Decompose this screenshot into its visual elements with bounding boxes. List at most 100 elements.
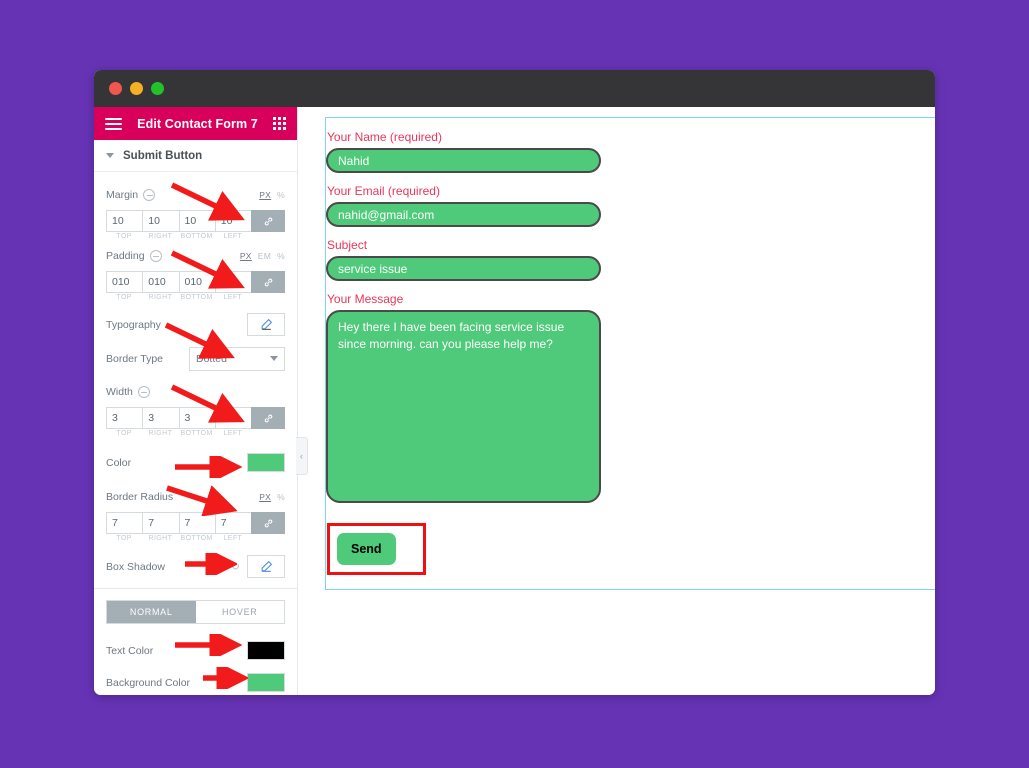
controls-list: Margin PX % 10 10 10 10 TOP RIGHT BOTTOM… xyxy=(94,172,297,695)
reset-icon[interactable]: ↻ xyxy=(231,560,240,573)
border-type-select[interactable]: Dotted xyxy=(189,346,285,371)
your-name-input[interactable] xyxy=(326,148,601,173)
width-label: Width xyxy=(106,385,285,398)
browser-window: Edit Contact Form 7 Submit Button Margin xyxy=(94,70,935,695)
subject-input[interactable] xyxy=(326,256,601,281)
label-right: RIGHT xyxy=(148,430,173,437)
link-icon[interactable] xyxy=(251,271,285,293)
margin-label: Margin xyxy=(106,188,259,201)
control-text-color: Text Color xyxy=(106,636,285,665)
control-padding: Padding PX EM % 010 010 010 010 TOP RIGH… xyxy=(106,243,285,301)
link-icon[interactable] xyxy=(251,512,285,534)
color-label: Color xyxy=(106,456,132,469)
padding-units: PX EM % xyxy=(240,251,285,261)
margin-left-input[interactable] xyxy=(214,210,251,232)
radius-top-input[interactable] xyxy=(106,512,143,534)
width-side-labels: TOP RIGHT BOTTOM LEFT xyxy=(106,430,285,437)
label-bottom: BOTTOM xyxy=(180,430,213,437)
width-top-input[interactable] xyxy=(106,407,143,429)
send-button[interactable]: Send xyxy=(337,533,396,565)
panel-collapse-handle[interactable]: ‹ xyxy=(296,437,308,475)
field-label: Your Name (required) xyxy=(327,130,442,144)
padding-right-input[interactable] xyxy=(142,271,179,293)
margin-bottom-input[interactable] xyxy=(178,210,215,232)
radius-left-input[interactable] xyxy=(214,512,251,534)
width-right-input[interactable] xyxy=(142,407,179,429)
margin-top-input[interactable] xyxy=(106,210,143,232)
link-icon[interactable] xyxy=(251,210,285,232)
label-left: LEFT xyxy=(223,535,243,542)
control-margin: Margin PX % 10 10 10 10 TOP RIGHT BOTTOM… xyxy=(106,182,285,240)
grid-icon[interactable] xyxy=(273,117,286,130)
margin-right-input[interactable] xyxy=(142,210,179,232)
border-type-value: Dotted xyxy=(196,352,227,365)
state-tabs: NORMAL HOVER xyxy=(106,600,285,624)
unit-percent[interactable]: % xyxy=(277,190,285,200)
section-label: Submit Button xyxy=(123,149,203,162)
padding-bottom-input[interactable] xyxy=(178,271,215,293)
label-right: RIGHT xyxy=(148,294,173,301)
tab-hover[interactable]: HOVER xyxy=(195,601,284,623)
label-bottom: BOTTOM xyxy=(180,294,213,301)
control-background-color: Background Color xyxy=(106,668,285,695)
radius-right-input[interactable] xyxy=(142,512,179,534)
padding-label-text: Padding xyxy=(106,249,145,262)
box-shadow-label: Box Shadow xyxy=(106,560,165,573)
control-border-type: Border Type Dotted xyxy=(106,346,285,371)
label-top: TOP xyxy=(116,430,132,437)
window-titlebar xyxy=(94,70,935,107)
panel-header: Edit Contact Form 7 xyxy=(94,107,297,140)
unit-px[interactable]: PX xyxy=(240,251,252,261)
unit-em[interactable]: EM xyxy=(258,251,271,261)
margin-label-text: Margin xyxy=(106,188,139,201)
unit-percent[interactable]: % xyxy=(277,492,285,502)
divider xyxy=(94,588,297,589)
hamburger-icon[interactable] xyxy=(105,117,122,130)
text-color-label: Text Color xyxy=(106,644,154,657)
unit-percent[interactable]: % xyxy=(277,251,285,261)
control-color: Color xyxy=(106,450,285,475)
text-color-swatch[interactable] xyxy=(247,641,285,660)
border-color-swatch[interactable] xyxy=(247,453,285,472)
padding-left-input[interactable] xyxy=(214,271,251,293)
unit-px[interactable]: PX xyxy=(259,190,271,200)
chevron-left-icon: ‹ xyxy=(300,451,303,461)
pencil-icon[interactable] xyxy=(247,313,285,336)
padding-inputs xyxy=(106,271,285,293)
width-bottom-input[interactable] xyxy=(178,407,215,429)
tab-normal[interactable]: NORMAL xyxy=(107,601,196,623)
typography-label: Typography xyxy=(106,318,161,331)
padding-label: Padding xyxy=(106,249,240,262)
padding-top-input[interactable] xyxy=(106,271,143,293)
control-box-shadow: Box Shadow ↻ xyxy=(106,554,285,579)
padding-side-labels: TOP RIGHT BOTTOM LEFT xyxy=(106,294,285,301)
your-message-textarea[interactable]: Hey there I have been facing service iss… xyxy=(326,310,601,503)
minimize-window-button[interactable] xyxy=(130,82,143,95)
label-left: LEFT xyxy=(223,430,243,437)
your-email-input[interactable] xyxy=(326,202,601,227)
close-window-button[interactable] xyxy=(109,82,122,95)
responsive-toggle-icon[interactable] xyxy=(137,385,150,398)
control-width: Width TOP R xyxy=(106,379,285,437)
width-left-input[interactable] xyxy=(214,407,251,429)
unit-px[interactable]: PX xyxy=(259,492,271,502)
background-color-swatch[interactable] xyxy=(247,673,285,692)
maximize-window-button[interactable] xyxy=(151,82,164,95)
link-icon[interactable] xyxy=(251,407,285,429)
label-left: LEFT xyxy=(223,294,243,301)
margin-units: PX % xyxy=(259,190,285,200)
border-radius-inputs xyxy=(106,512,285,534)
cf7-widget[interactable]: Your Name (required) Your Email (require… xyxy=(325,117,935,590)
submit-button-highlight: Send xyxy=(327,523,426,575)
radius-bottom-input[interactable] xyxy=(178,512,215,534)
field-label: Your Message xyxy=(327,292,404,306)
margin-inputs xyxy=(106,210,285,232)
responsive-toggle-icon[interactable] xyxy=(143,188,156,201)
responsive-toggle-icon[interactable] xyxy=(149,249,162,262)
field-label: Subject xyxy=(327,238,368,252)
form-preview: Your Name (required) Your Email (require… xyxy=(298,107,935,695)
pencil-icon[interactable] xyxy=(247,555,285,578)
field-label: Your Email (required) xyxy=(327,184,440,198)
section-header-submit-button[interactable]: Submit Button xyxy=(94,140,297,172)
